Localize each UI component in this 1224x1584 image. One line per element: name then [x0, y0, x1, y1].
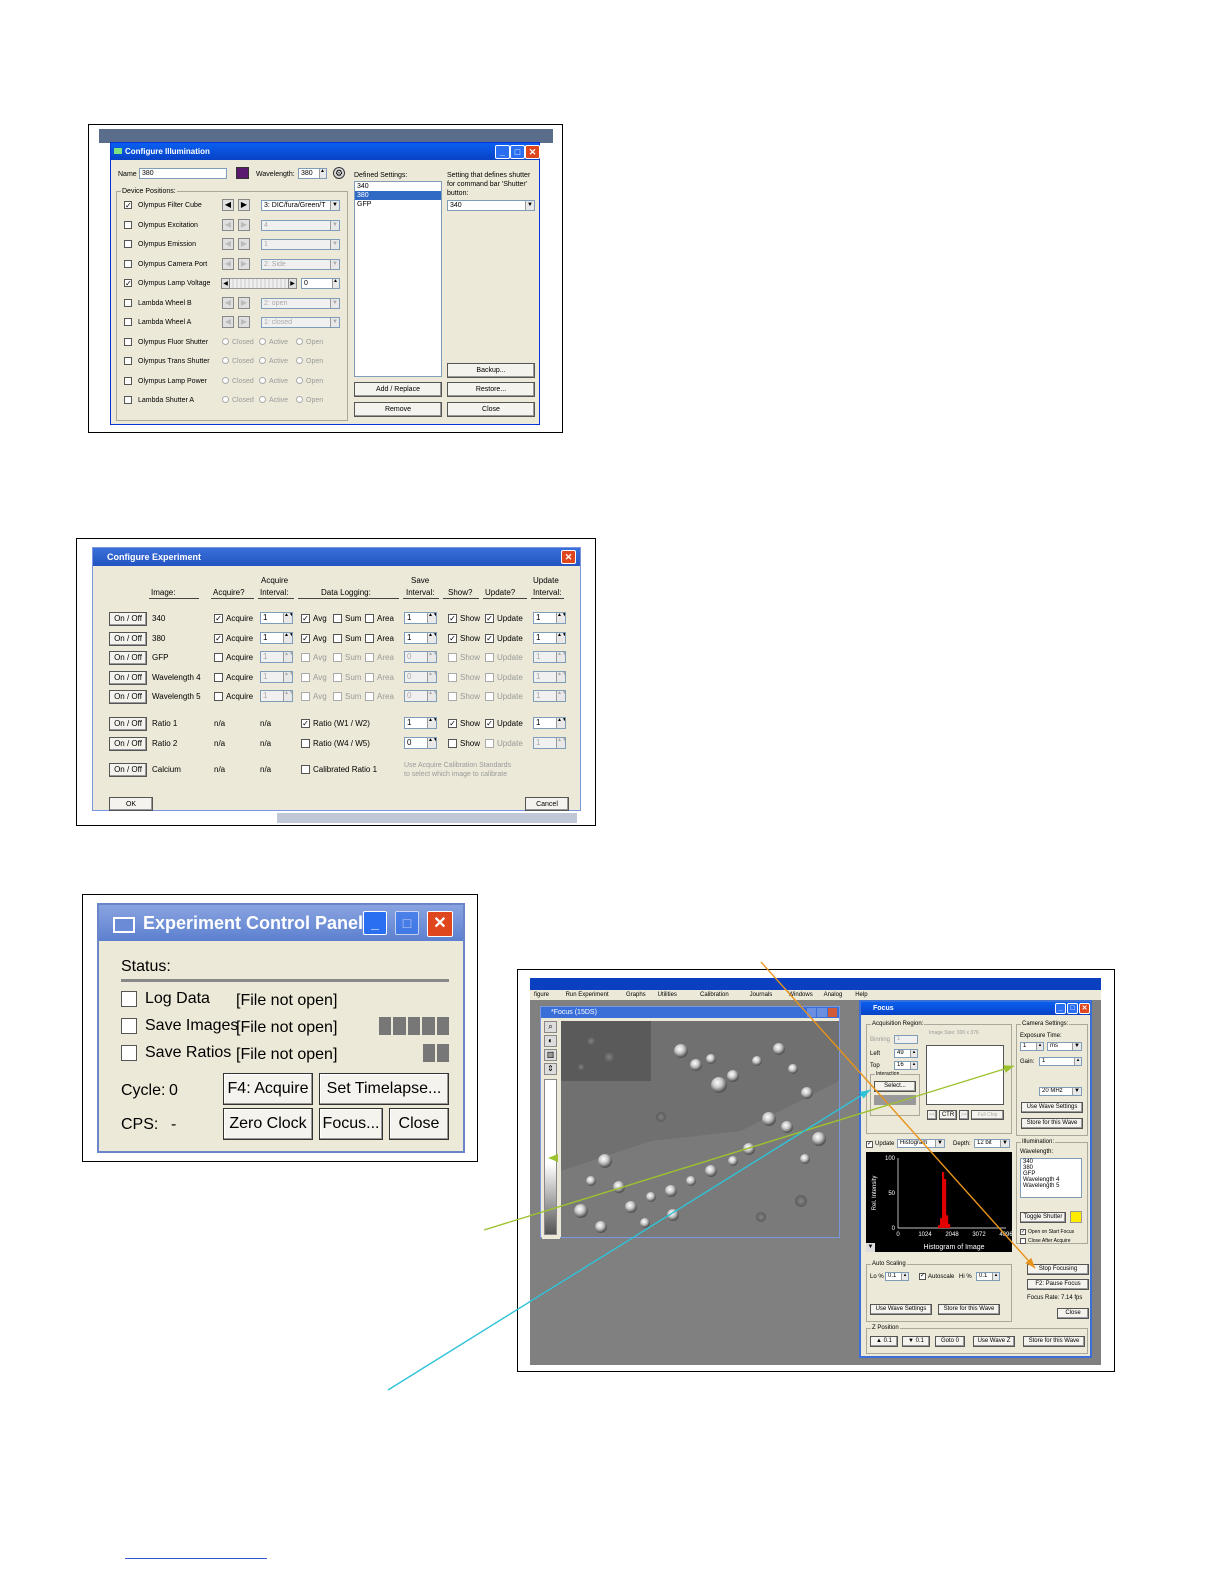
- camera-settings-arrow: [483, 1065, 1015, 1231]
- footnote-underline: [125, 1558, 267, 1559]
- callout-arrows: [387, 961, 1036, 1391]
- camera-settings-arrow-head: [1003, 1065, 1014, 1073]
- image-scale-arrow-head: [548, 1154, 558, 1162]
- select-region-arrow-head: [859, 1090, 870, 1099]
- select-region-arrow: [387, 1089, 871, 1391]
- stop-focusing-arrow: [760, 961, 1036, 1269]
